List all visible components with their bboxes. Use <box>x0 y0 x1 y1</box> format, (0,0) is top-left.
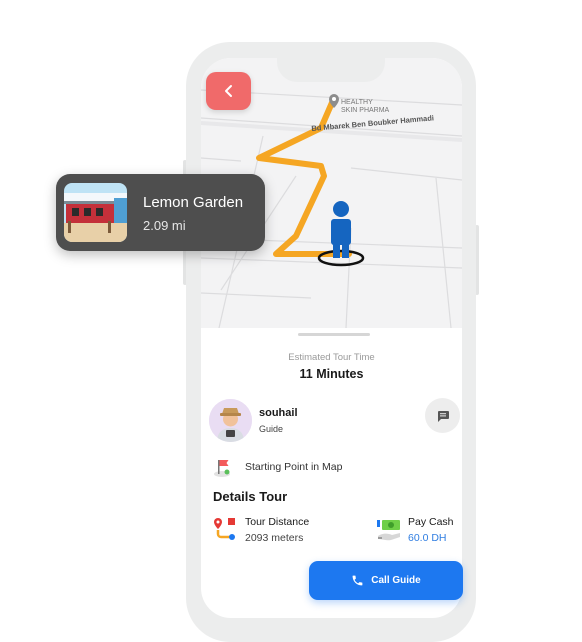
chevron-left-icon <box>224 85 232 97</box>
payment-value: 60.0 DH <box>408 532 447 544</box>
message-button[interactable] <box>425 398 460 433</box>
place-thumbnail <box>64 183 127 242</box>
distance-value: 2093 meters <box>245 532 304 544</box>
flag-icon <box>214 460 230 477</box>
guide-name: souhail <box>259 407 298 419</box>
guide-role: Guide <box>259 424 284 434</box>
details-title: Details Tour <box>213 489 288 504</box>
phone-notch <box>277 42 385 82</box>
guide-avatar-icon <box>209 399 252 442</box>
distance-label: Tour Distance <box>245 516 310 528</box>
phone-icon <box>352 575 363 586</box>
call-guide-label: Call Guide <box>371 575 421 586</box>
starting-point-link[interactable]: Starting Point in Map <box>245 461 342 473</box>
route-icon <box>214 518 235 540</box>
poi-label: HEALTHY SKIN PHARMA <box>341 99 389 115</box>
cash-icon <box>377 520 400 541</box>
call-guide-button[interactable]: Call Guide <box>309 561 463 600</box>
user-location-icon <box>331 201 351 258</box>
back-button[interactable] <box>206 72 251 110</box>
place-card[interactable]: Lemon Garden 2.09 mi <box>56 174 265 251</box>
payment-label: Pay Cash <box>408 516 454 528</box>
place-name: Lemon Garden <box>143 194 244 211</box>
estimated-time-value: 11 Minutes <box>299 367 364 381</box>
estimated-time-label: Estimated Tour Time <box>288 352 375 363</box>
place-distance: 2.09 mi <box>143 218 186 233</box>
poi-name-line1: HEALTHY <box>341 99 373 106</box>
sheet-handle[interactable] <box>298 333 370 336</box>
avatar[interactable] <box>209 399 252 442</box>
message-icon <box>437 410 449 422</box>
poi-name-line2: SKIN PHARMA <box>341 107 390 114</box>
